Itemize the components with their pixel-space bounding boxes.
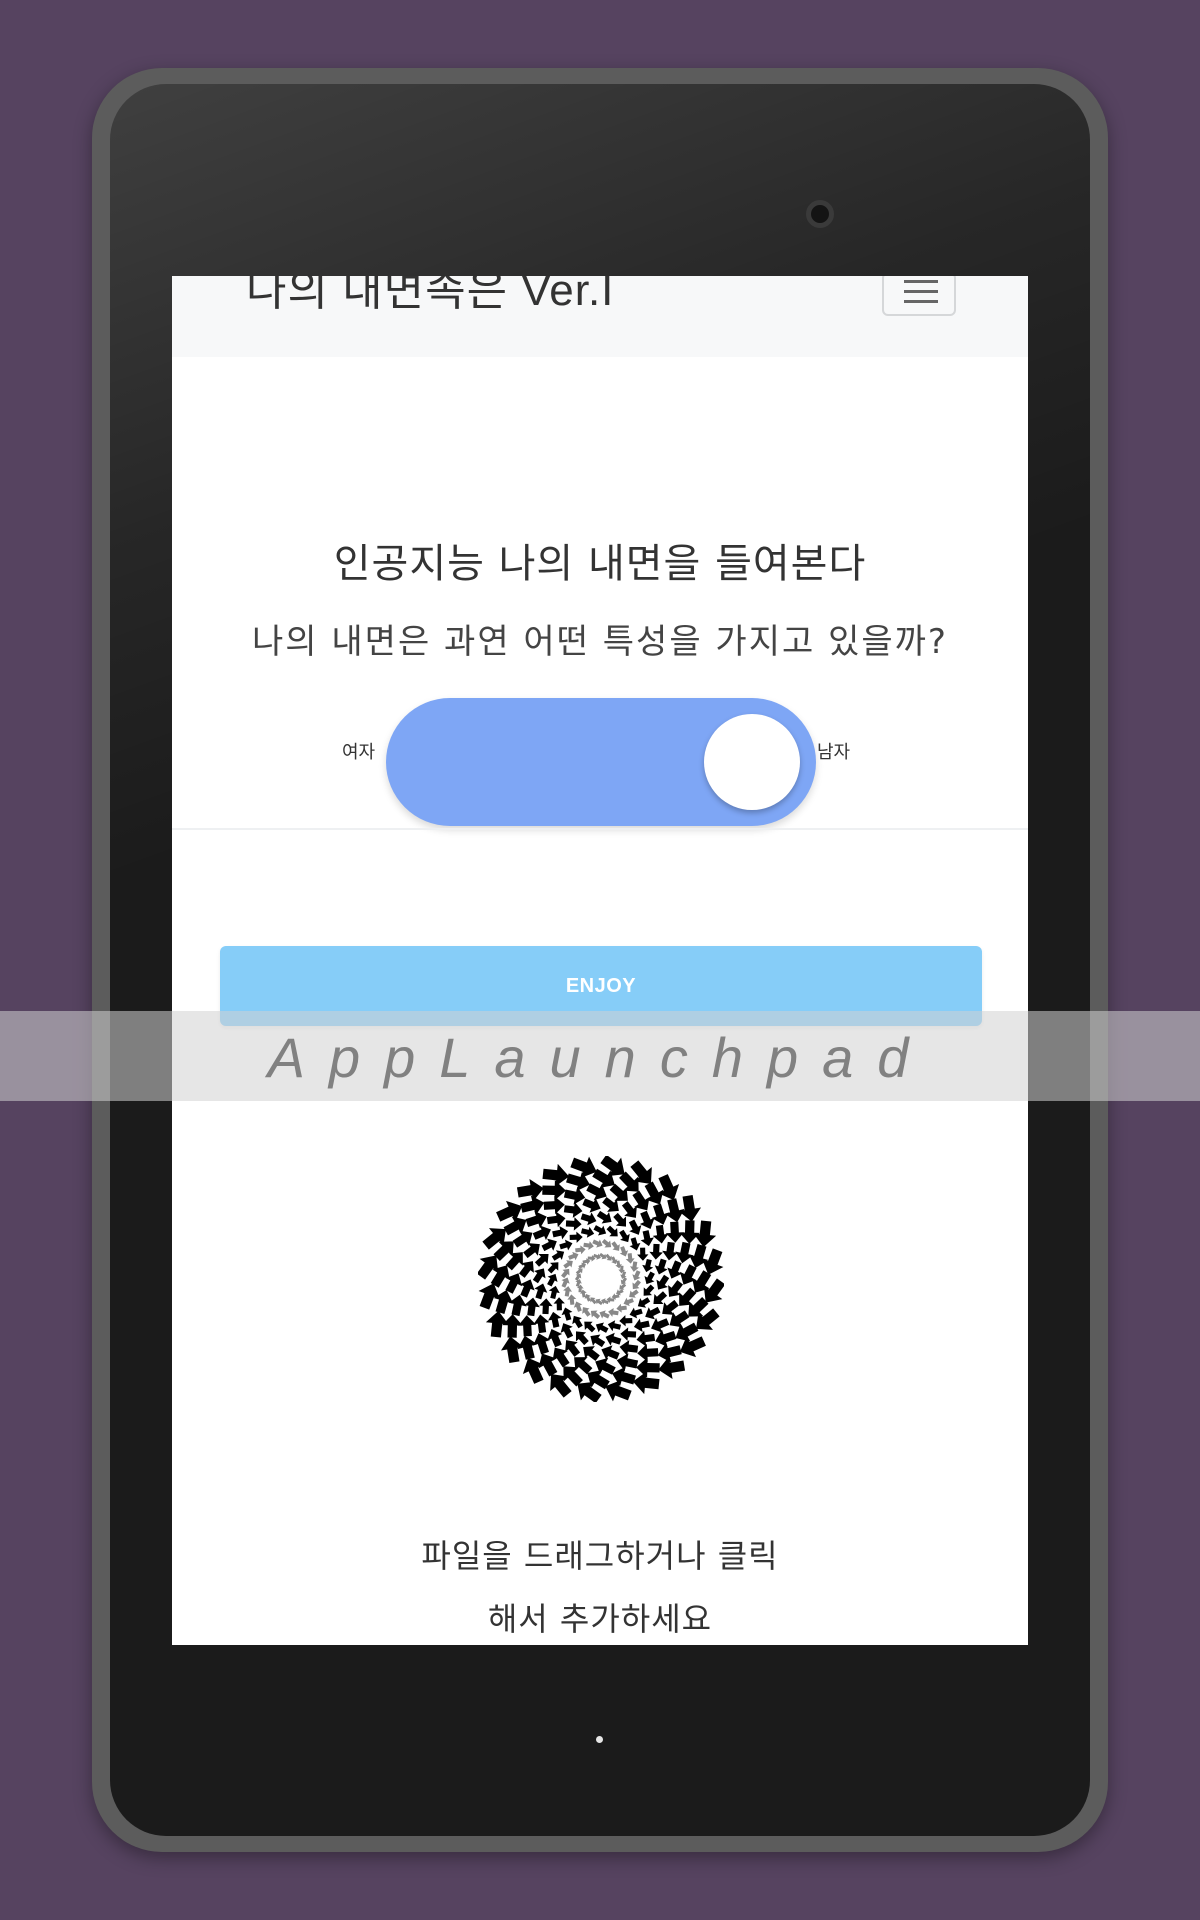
camera-icon <box>806 200 834 228</box>
spiral-arrow <box>606 1225 618 1237</box>
spiral-arrow <box>649 1243 663 1260</box>
spiral-arrow <box>518 1315 537 1337</box>
upload-instruction-line2: 해서 추가하세요 <box>487 1600 713 1638</box>
upload-instruction-line1: 파일을 드래그하거나 클릭 <box>421 1537 779 1575</box>
spiral-arrow <box>502 1314 523 1338</box>
spiral-arrow <box>640 1230 654 1247</box>
spiral-arrow <box>565 1217 582 1231</box>
spiral-arrow <box>592 1239 603 1248</box>
stage: 나의 내면속은 Ver.I 인공지능 나의 내면을 들여본다 나의 내면은 과연… <box>0 0 1200 1920</box>
spiral-arrow <box>629 1237 641 1251</box>
spiral-arrow <box>652 1224 669 1244</box>
spiral-arrow <box>533 1314 550 1334</box>
spiral-arrow <box>542 1180 566 1201</box>
spiral-arrows-icon <box>476 1154 726 1404</box>
spiral-arrow <box>563 1260 573 1269</box>
spiral-arrow <box>633 1318 650 1332</box>
spiral-arrow <box>619 1340 639 1356</box>
spiral-arrow <box>644 1271 655 1285</box>
hamburger-menu-icon <box>904 280 938 310</box>
toggle-knob[interactable] <box>704 714 800 810</box>
menu-toggle-button[interactable] <box>882 276 956 316</box>
home-indicator <box>596 1736 603 1743</box>
spiral-arrow <box>593 1225 607 1236</box>
spiral-arrow <box>679 1220 700 1244</box>
spiral-arrow <box>563 1202 583 1218</box>
spiral-arrow <box>629 1289 639 1298</box>
spiral-arrow <box>632 1270 641 1281</box>
spiral-arrow <box>553 1297 565 1311</box>
spiral-arrow <box>678 1194 702 1222</box>
spiral-arrow <box>636 1357 660 1378</box>
gender-toggle-switch[interactable] <box>386 698 816 826</box>
app-screen: 나의 내면속은 Ver.I 인공지능 나의 내면을 들여본다 나의 내면은 과연… <box>172 276 1028 1645</box>
spiral-arrow <box>595 1322 609 1333</box>
watermark-text: AppLaunchpad <box>267 1026 933 1089</box>
spiral-arrow <box>665 1221 684 1243</box>
spiral-arrow <box>539 1298 553 1315</box>
spiral-arrow <box>547 1262 559 1274</box>
spiral-arrow <box>636 1330 656 1347</box>
spiral-arrow <box>599 1310 610 1319</box>
spiral-arrow <box>524 1297 540 1317</box>
spiral-arrow <box>611 1241 620 1251</box>
spiral-arrow <box>584 1321 596 1333</box>
spiral-arrow <box>548 1311 562 1328</box>
spiral-arrow <box>619 1315 633 1327</box>
upload-dropzone[interactable] <box>476 1154 726 1404</box>
spiral-arrow <box>516 1178 544 1202</box>
navbar: 나의 내면속은 Ver.I <box>172 276 1028 357</box>
spiral-arrow <box>637 1247 649 1261</box>
spiral-arrow <box>500 1336 524 1364</box>
spiral-arrow <box>580 1212 597 1226</box>
toggle-label-female: 여자 <box>342 742 376 763</box>
spiral-arrow <box>546 1211 566 1228</box>
spiral-arrow <box>569 1231 583 1243</box>
spiral-arrow <box>620 1327 637 1341</box>
spiral-arrow <box>534 1283 548 1300</box>
page-headline: 인공지능 나의 내면을 들여본다 <box>333 541 867 587</box>
spiral-arrow <box>637 1343 659 1362</box>
spiral-arrow <box>561 1277 570 1288</box>
section-divider <box>172 828 1028 830</box>
spiral-arrow <box>543 1196 565 1215</box>
spiral-arrow <box>547 1273 558 1287</box>
spiral-arrow <box>561 1307 573 1321</box>
spiral-arrow <box>662 1241 678 1261</box>
spiral-arrow <box>605 1332 622 1346</box>
toggle-label-male: 남자 <box>817 742 851 763</box>
brand-title[interactable]: 나의 내면속은 Ver.I <box>246 276 614 318</box>
spiral-arrow <box>552 1226 569 1240</box>
spiral-arrow <box>654 1258 668 1275</box>
watermark-band: AppLaunchpad <box>0 1011 1200 1101</box>
spiral-arrow <box>559 1239 573 1251</box>
spiral-arrow <box>658 1356 686 1380</box>
page-subheadline: 나의 내면은 과연 어떤 특성을 가지고 있을까? <box>252 622 948 662</box>
spiral-arrow <box>629 1307 643 1319</box>
spiral-arrow <box>582 1307 591 1317</box>
spiral-arrow <box>643 1284 655 1296</box>
